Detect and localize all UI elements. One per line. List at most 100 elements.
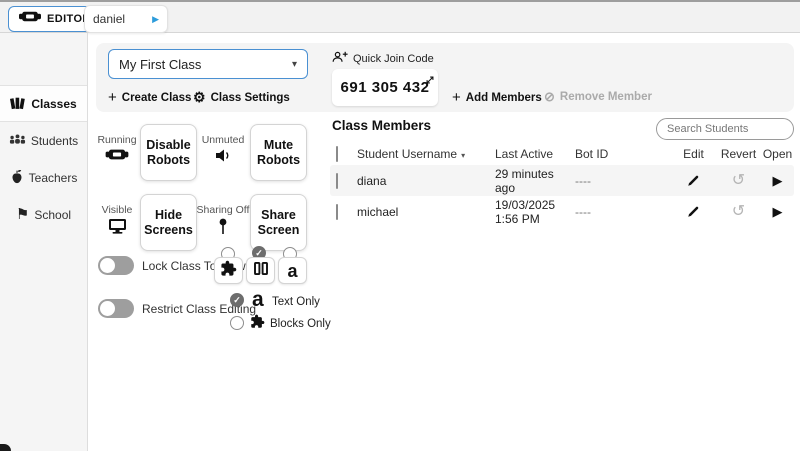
quick-join-label: Quick Join Code bbox=[332, 51, 434, 66]
quick-join-code: 691 305 432 bbox=[341, 79, 430, 96]
add-members-label: Add Members bbox=[466, 92, 542, 104]
table-row[interactable]: michael 19/03/2025 1:56 PM ---- ↺ ▶ bbox=[330, 196, 794, 227]
puzzle-icon bbox=[220, 260, 237, 282]
cell-username: michael bbox=[357, 205, 495, 219]
text-a-icon: a bbox=[287, 262, 297, 280]
col-open: Open bbox=[761, 147, 794, 161]
col-revert: Revert bbox=[716, 147, 761, 161]
table-header-row: Student Username▾ Last Active Bot ID Edi… bbox=[330, 143, 794, 165]
mute-robots-button[interactable]: Mute Robots bbox=[250, 124, 307, 181]
cell-last-active: 29 minutes ago bbox=[495, 167, 575, 195]
check-icon: ✓ bbox=[233, 295, 241, 306]
members-title: Class Members bbox=[332, 118, 431, 133]
class-select[interactable]: My First Class ▾ bbox=[108, 49, 308, 79]
table-row[interactable]: diana 29 minutes ago ---- ↺ ▶ bbox=[330, 165, 794, 196]
cell-bot-id: ---- bbox=[575, 174, 671, 188]
apple-icon bbox=[10, 169, 24, 187]
sharing-status-text: Sharing Off bbox=[197, 204, 250, 216]
class-select-value: My First Class bbox=[119, 57, 201, 72]
view-mode-split-button[interactable] bbox=[246, 257, 275, 284]
row-checkbox[interactable] bbox=[336, 204, 338, 220]
blocks-only-radio[interactable] bbox=[230, 316, 244, 330]
sidebar-item-classes[interactable]: Classes bbox=[0, 85, 87, 122]
text-a-icon: a bbox=[252, 289, 264, 310]
blocks-only-label: Blocks Only bbox=[270, 318, 331, 330]
cell-last-active: 19/03/2025 1:56 PM bbox=[495, 198, 575, 226]
sidebar-item-label: Students bbox=[31, 134, 78, 148]
monitor-icon bbox=[108, 218, 127, 239]
open-play-icon[interactable]: ▶ bbox=[761, 174, 794, 187]
app-window: EDITOR daniel ▶ Classes Students Teacher… bbox=[0, 0, 800, 451]
open-play-icon[interactable]: ▶ bbox=[761, 205, 794, 218]
robot-icon bbox=[105, 148, 129, 166]
mute-status-text: Unmuted bbox=[202, 134, 245, 146]
sidebar-item-label: School bbox=[34, 208, 71, 222]
sharing-status: Sharing Off bbox=[196, 204, 250, 240]
revert-icon[interactable]: ↺ bbox=[716, 204, 761, 220]
class-settings-label: Class Settings bbox=[211, 92, 290, 104]
col-last-active: Last Active bbox=[495, 147, 575, 161]
no-entry-icon: ⊘ bbox=[544, 89, 555, 105]
revert-icon[interactable]: ↺ bbox=[716, 173, 761, 189]
screen-status: Visible bbox=[94, 204, 140, 239]
mute-status: Unmuted bbox=[198, 134, 248, 168]
gear-icon: ⚙ bbox=[193, 89, 206, 106]
create-class-label: Create Class bbox=[122, 92, 192, 104]
run-arrow-icon[interactable]: ▶ bbox=[152, 14, 159, 25]
columns-icon bbox=[253, 261, 269, 281]
search-input[interactable] bbox=[656, 118, 794, 140]
text-only-label: Text Only bbox=[272, 296, 320, 308]
lock-class-toggle[interactable] bbox=[98, 256, 134, 275]
sidebar: Classes Students Teachers ⚑ School bbox=[0, 33, 88, 451]
chevron-down-icon: ▾ bbox=[292, 59, 297, 70]
class-panel: My First Class ▾ + Create Class ⚙ Class … bbox=[96, 43, 794, 112]
top-bar: EDITOR daniel ▶ bbox=[0, 0, 800, 33]
remove-member-label: Remove Member bbox=[560, 91, 652, 103]
sidebar-item-label: Classes bbox=[31, 97, 76, 111]
plus-icon: + bbox=[452, 89, 461, 106]
plus-icon: + bbox=[108, 89, 117, 106]
create-class-button[interactable]: + Create Class bbox=[108, 89, 191, 106]
students-icon bbox=[9, 133, 26, 148]
row-checkbox[interactable] bbox=[336, 173, 338, 189]
col-username[interactable]: Student Username▾ bbox=[357, 147, 495, 161]
cell-bot-id: ---- bbox=[575, 205, 671, 219]
remove-member-button[interactable]: ⊘ Remove Member bbox=[544, 89, 652, 105]
robot-status-text: Running bbox=[97, 134, 136, 146]
col-bot-id: Bot ID bbox=[575, 147, 671, 161]
quick-join-code-card[interactable]: 691 305 432 bbox=[332, 69, 438, 106]
books-icon bbox=[10, 95, 26, 113]
add-members-button[interactable]: + Add Members bbox=[452, 89, 542, 106]
col-edit: Edit bbox=[671, 147, 716, 161]
share-screen-button[interactable]: Share Screen bbox=[250, 194, 307, 251]
select-all-checkbox[interactable] bbox=[336, 146, 338, 162]
view-mode-text-button[interactable]: a bbox=[278, 257, 307, 284]
puzzle-icon bbox=[250, 314, 265, 334]
toggle-knob bbox=[100, 258, 115, 273]
pin-icon bbox=[219, 218, 227, 240]
speaker-icon bbox=[215, 148, 232, 168]
person-add-icon bbox=[332, 51, 348, 66]
sort-caret-icon: ▾ bbox=[461, 151, 465, 160]
user-tab[interactable]: daniel ▶ bbox=[84, 5, 168, 33]
flag-icon: ⚑ bbox=[16, 207, 29, 222]
restrict-editing-toggle[interactable] bbox=[98, 299, 134, 318]
sidebar-item-label: Teachers bbox=[29, 171, 78, 185]
hide-screens-button[interactable]: Hide Screens bbox=[140, 194, 197, 251]
text-only-radio[interactable]: ✓ bbox=[230, 293, 244, 307]
robot-icon bbox=[19, 10, 41, 28]
expand-icon[interactable] bbox=[425, 72, 435, 90]
user-tab-label: daniel bbox=[93, 12, 125, 26]
toggle-knob bbox=[100, 301, 115, 316]
class-settings-button[interactable]: ⚙ Class Settings bbox=[193, 89, 290, 106]
cell-username: diana bbox=[357, 174, 495, 188]
sidebar-item-teachers[interactable]: Teachers bbox=[0, 159, 87, 196]
sidebar-item-school[interactable]: ⚑ School bbox=[0, 196, 87, 233]
screen-status-text: Visible bbox=[102, 204, 133, 216]
view-mode-blocks-button[interactable] bbox=[214, 257, 243, 284]
edit-pencil-icon[interactable] bbox=[671, 205, 716, 218]
edit-pencil-icon[interactable] bbox=[671, 174, 716, 187]
quick-join-text: Quick Join Code bbox=[353, 53, 434, 65]
sidebar-item-students[interactable]: Students bbox=[0, 122, 87, 159]
disable-robots-button[interactable]: Disable Robots bbox=[140, 124, 197, 181]
